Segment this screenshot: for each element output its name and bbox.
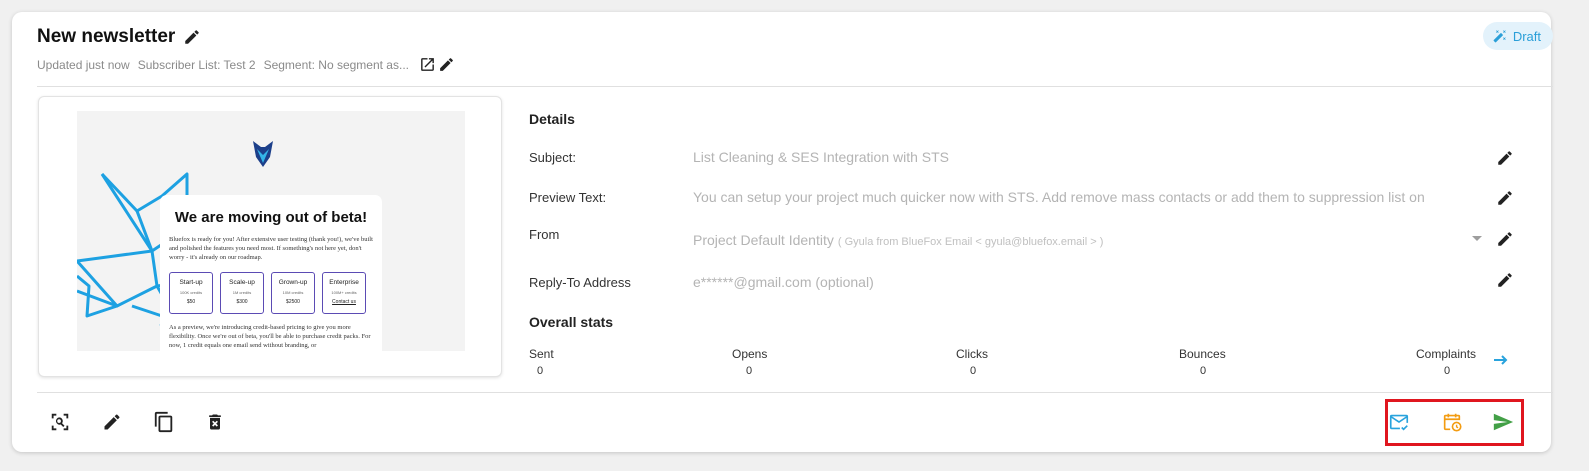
overall-stats-title: Overall stats xyxy=(529,314,614,330)
edit-from-icon[interactable] xyxy=(1496,230,1514,248)
from-select[interactable]: Project Default Identity( Gyula from Blu… xyxy=(693,232,1103,248)
newsletter-title: New newsletter xyxy=(37,26,176,47)
status-badge: Draft xyxy=(1482,22,1553,50)
email-outro-text: As a preview, we're introducing credit-b… xyxy=(169,324,371,349)
stat-label-bounces: Bounces xyxy=(1179,347,1226,361)
title-row: New newsletter xyxy=(37,26,201,48)
edit-segment-icon[interactable] xyxy=(438,56,455,73)
copy-icon[interactable] xyxy=(152,410,176,434)
reply-to-input[interactable]: e******@gmail.com (optional) xyxy=(693,274,874,290)
tier-credits: 100K credits xyxy=(179,290,203,295)
preview-text-label: Preview Text: xyxy=(529,190,607,205)
tier-credits: 100M+ credits xyxy=(331,290,357,295)
tier-credits: 1M credits xyxy=(232,290,252,295)
bluefox-logo xyxy=(253,141,273,167)
header-divider xyxy=(37,86,1553,87)
pricing-tiers: Start-up 100K credits $50 Scale-up 1M cr… xyxy=(169,272,373,314)
details-title: Details xyxy=(529,111,575,127)
status-badge-label: Draft xyxy=(1512,28,1541,44)
stat-value-sent: 0 xyxy=(537,365,544,377)
subject-value: List Cleaning & SES Integration with STS xyxy=(693,149,950,165)
stat-label-clicks: Clicks xyxy=(956,347,988,361)
email-preview[interactable]: We are moving out of beta! Bluefox is re… xyxy=(38,96,502,377)
stat-label-sent: Sent xyxy=(529,347,554,361)
tier-name: Start-up xyxy=(179,279,203,286)
edit-preview-text-icon[interactable] xyxy=(1496,189,1514,207)
tier-name: Scale-up xyxy=(229,279,255,286)
pencil-icon[interactable] xyxy=(100,410,124,434)
segment-text: Segment: No segment as... xyxy=(263,57,409,72)
stat-value-bounces: 0 xyxy=(1200,365,1207,377)
schedule-icon[interactable] xyxy=(1440,410,1464,434)
from-value: Project Default Identity xyxy=(693,232,834,248)
email-content-card: We are moving out of beta! Bluefox is re… xyxy=(160,195,382,351)
tier-name: Grown-up xyxy=(278,279,308,286)
delete-icon[interactable] xyxy=(203,410,227,434)
test-send-icon[interactable] xyxy=(1387,410,1411,434)
edit-subject-icon[interactable] xyxy=(1496,149,1514,167)
pricing-tier: Grown-up 10M credits $2500 xyxy=(271,272,315,314)
subject-label: Subject: xyxy=(529,150,576,165)
email-intro-text: Bluefox is ready for you! After extensiv… xyxy=(169,236,373,261)
tier-price: $50 xyxy=(186,299,196,305)
pricing-tier: Scale-up 1M credits $300 xyxy=(220,272,264,314)
zoom-preview-icon[interactable] xyxy=(48,410,72,434)
pricing-tier: Enterprise 100M+ credits Contact us xyxy=(322,272,366,314)
subscriber-list-text: Subscriber List: Test 2 xyxy=(137,57,256,72)
footer-divider xyxy=(37,392,1553,393)
edit-title-icon[interactable] xyxy=(183,28,201,46)
tier-price: $2500 xyxy=(286,299,300,305)
meta-row: Updated just now Subscriber List: Test 2… xyxy=(37,56,455,73)
from-label: From xyxy=(529,227,560,242)
tier-name: Enterprise xyxy=(329,279,359,286)
preview-text-value: You can setup your project much quicker … xyxy=(693,189,1425,205)
stat-label-opens: Opens xyxy=(732,347,768,361)
tier-price: $300 xyxy=(236,299,248,305)
stat-value-clicks: 0 xyxy=(970,365,977,377)
send-icon[interactable] xyxy=(1491,410,1515,434)
reply-to-label: Reply-To Address xyxy=(529,275,631,290)
arrow-right-icon[interactable] xyxy=(1493,353,1509,367)
updated-text: Updated just now xyxy=(37,57,130,72)
stat-label-complaints: Complaints xyxy=(1416,347,1477,361)
tier-credits: 10M credits xyxy=(282,290,304,295)
stat-value-opens: 0 xyxy=(746,365,753,377)
stat-value-complaints: 0 xyxy=(1444,365,1451,377)
external-link-icon[interactable] xyxy=(419,56,436,73)
from-hint: ( Gyula from BlueFox Email < gyula@bluef… xyxy=(837,236,1104,248)
email-preview-canvas: We are moving out of beta! Bluefox is re… xyxy=(77,111,465,351)
email-heading: We are moving out of beta! xyxy=(174,209,368,226)
draft-icon xyxy=(1493,30,1506,43)
tier-price: Contact us xyxy=(332,299,356,305)
chevron-down-icon[interactable] xyxy=(1472,236,1482,241)
pricing-tier: Start-up 100K credits $50 xyxy=(169,272,213,314)
edit-reply-to-icon[interactable] xyxy=(1496,271,1514,289)
